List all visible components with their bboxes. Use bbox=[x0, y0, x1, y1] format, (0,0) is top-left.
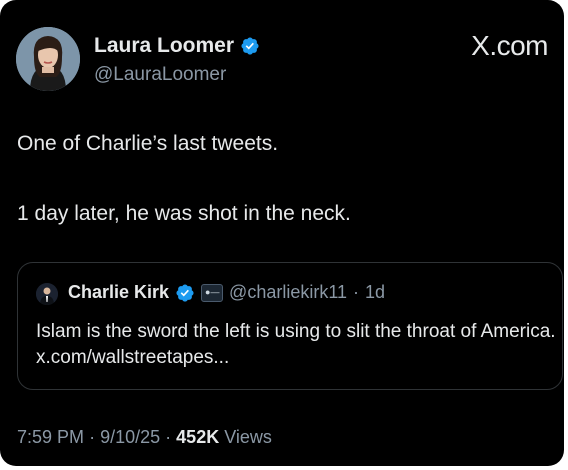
author-avatar-image bbox=[16, 27, 80, 91]
quoted-header: Charlie Kirk ●— @charliekirk11 · 1d bbox=[68, 282, 385, 303]
quoted-tweet[interactable]: Charlie Kirk ●— @charliekirk11 · 1d Isla… bbox=[17, 262, 563, 390]
author-avatar[interactable] bbox=[16, 27, 80, 91]
views-label: Views bbox=[224, 427, 272, 447]
views-count: 452K bbox=[176, 427, 220, 447]
brand-logo: X.com bbox=[471, 30, 548, 61]
quoted-author-avatar-image bbox=[36, 283, 58, 305]
tweet-text-line: One of Charlie’s last tweets. bbox=[17, 132, 279, 155]
author-handle[interactable]: @LauraLoomer bbox=[94, 64, 226, 86]
tweet-time[interactable]: 7:59 PM bbox=[17, 427, 84, 447]
tweet-card: Laura Loomer @LauraLoomer X.com One of C… bbox=[0, 0, 564, 466]
quoted-author-name[interactable]: Charlie Kirk bbox=[68, 282, 169, 303]
tweet-date[interactable]: 9/10/25 bbox=[100, 427, 160, 447]
affiliate-badge-icon: ●— bbox=[201, 283, 224, 302]
author-name[interactable]: Laura Loomer bbox=[94, 34, 234, 58]
quoted-author-handle[interactable]: @charliekirk11 bbox=[229, 282, 347, 303]
meta-separator: · bbox=[89, 427, 96, 447]
quoted-age[interactable]: 1d bbox=[365, 282, 385, 303]
tweet-text-line: 1 day later, he was shot in the neck. bbox=[17, 202, 351, 225]
quoted-separator: · bbox=[353, 282, 360, 302]
verified-badge-icon bbox=[241, 37, 259, 55]
verified-badge-icon bbox=[176, 283, 194, 302]
meta-separator: · bbox=[165, 427, 172, 447]
tweet-metadata: 7:59 PM · 9/10/25 · 452K Views bbox=[17, 427, 272, 448]
quoted-tweet-text: Islam is the sword the left is using to … bbox=[36, 321, 556, 368]
author-name-row[interactable]: Laura Loomer bbox=[94, 34, 260, 58]
quoted-author-avatar[interactable] bbox=[36, 283, 58, 305]
